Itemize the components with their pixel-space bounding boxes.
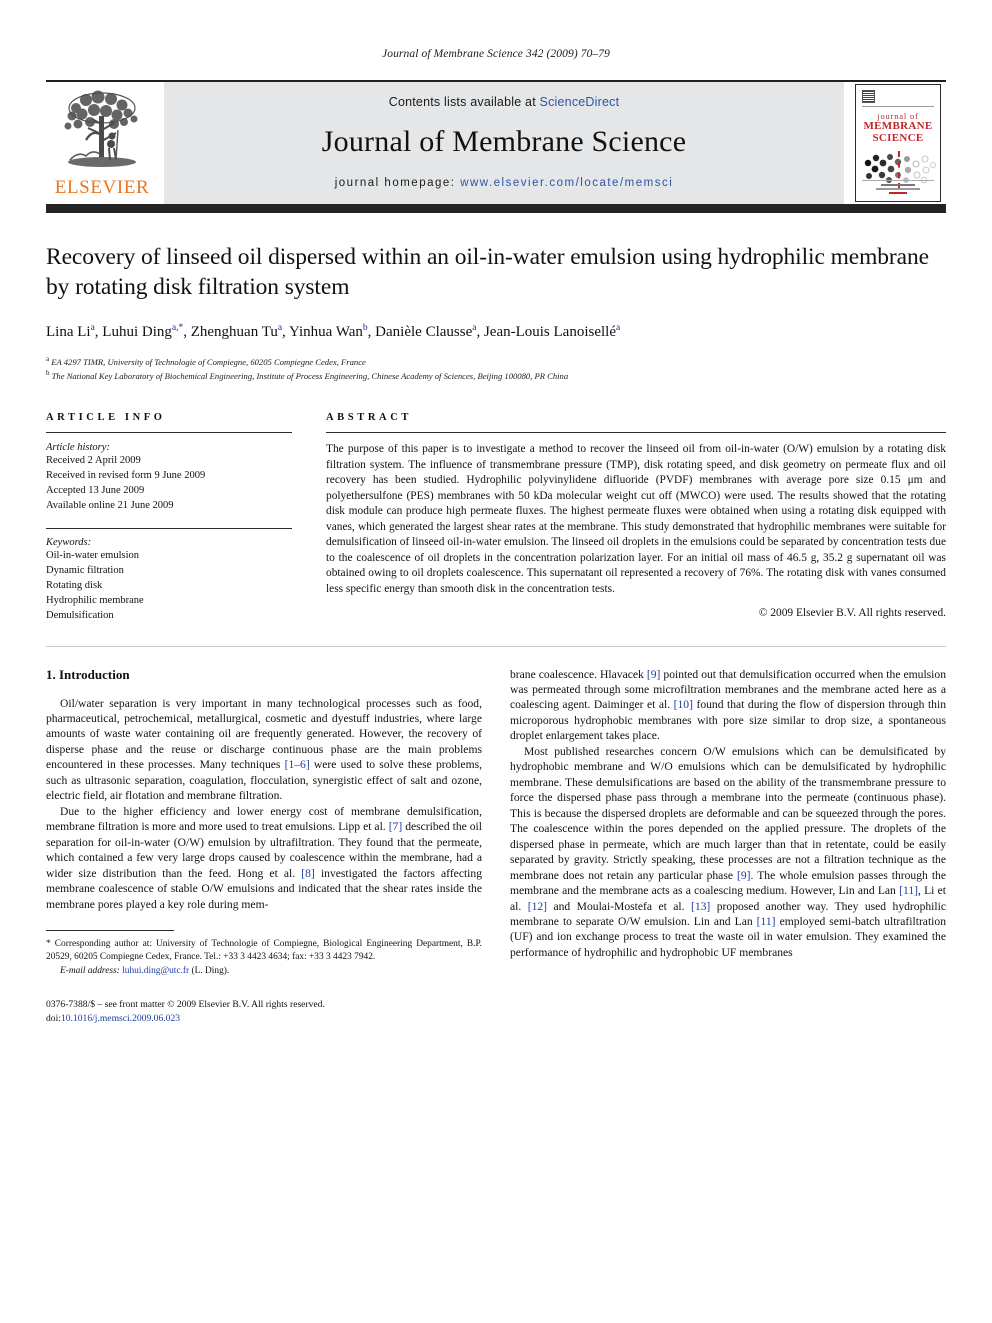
journal-cover-block: journal of MEMBRANE SCIENCE (850, 82, 946, 204)
keywords-block: Keywords: Oil-in-water emulsion Dynamic … (46, 527, 292, 624)
keyword-item: Rotating disk (46, 579, 103, 591)
info-abstract-region: ARTICLE INFO Article history: Received 2… (46, 412, 946, 623)
keywords-rule (46, 527, 292, 529)
masthead-bottom-rule (46, 204, 946, 213)
corresponding-marker: * (46, 939, 51, 950)
article-info-column: ARTICLE INFO Article history: Received 2… (46, 412, 292, 623)
cover-footer-rule (862, 180, 934, 181)
elsevier-logo[interactable]: ELSEVIER (46, 82, 158, 204)
doi-link[interactable]: 10.1016/j.memsci.2009.06.023 (61, 1013, 180, 1024)
journal-homepage-line: journal homepage: www.elsevier.com/locat… (335, 177, 674, 189)
abstract-column: ABSTRACT The purpose of this paper is to… (326, 412, 946, 623)
keyword-item: Oil-in-water emulsion (46, 549, 140, 561)
article-title: Recovery of linseed oil dispersed within… (46, 244, 929, 300)
history-item: Accepted 13 June 2009 (46, 485, 145, 497)
abstract-copyright: © 2009 Elsevier B.V. All rights reserved… (758, 607, 946, 620)
title-block: Recovery of linseed oil dispersed within… (46, 213, 946, 382)
paragraph: Most published researches concern O/W em… (510, 744, 946, 959)
homepage-link[interactable]: www.elsevier.com/locate/memsci (460, 177, 673, 189)
author-list: Lina Lia, Luhui Dinga,*, Zhenghuan Tua, … (46, 323, 621, 341)
abstract-text: The purpose of this paper is to investig… (326, 443, 946, 595)
article-history-label: Article history: (46, 442, 110, 454)
cover-footer (862, 180, 934, 196)
keyword-item: Demulsification (46, 609, 114, 621)
cover-publisher-badge-icon (862, 90, 875, 103)
body-columns: 1. Introduction Oil/water separation is … (46, 667, 946, 1026)
email-note: E-mail address: luhui.ding@utc.fr (L. Di… (46, 965, 482, 978)
contents-available-line: Contents lists available at ScienceDirec… (389, 95, 620, 109)
keyword-item: Dynamic filtration (46, 564, 124, 576)
cover-footer-bar-1 (880, 184, 916, 186)
elsevier-wordmark: ELSEVIER (54, 177, 150, 198)
affiliation-b: b The National Key Laboratory of Biochem… (46, 368, 946, 382)
contents-prefix: Contents lists available at (388, 95, 540, 109)
introduction-heading: 1. Introduction (46, 666, 130, 682)
affiliation-text-b: The National Key Laboratory of Biochemic… (51, 370, 569, 381)
history-item: Available online 21 June 2009 (46, 500, 174, 512)
article-page: Journal of Membrane Science 342 (2009) 7… (0, 0, 992, 1323)
issn-line: 0376-7388/$ – see front matter © 2009 El… (46, 999, 325, 1011)
journal-cover-thumbnail[interactable]: journal of MEMBRANE SCIENCE (855, 84, 941, 202)
footnote-block: * Corresponding author at: University of… (46, 930, 482, 1026)
body-divider-rule (46, 645, 946, 647)
cover-line-2: MEMBRANE (863, 120, 933, 132)
elsevier-tree-icon (64, 90, 138, 167)
journal-masthead: ELSEVIER Contents lists available at Sci… (46, 82, 946, 204)
running-head: Journal of Membrane Science 342 (2009) 7… (382, 48, 610, 60)
paragraph: brane coalescence. Hlavacek [9] pointed … (510, 667, 946, 743)
issn-doi-block: 0376-7388/$ – see front matter © 2009 El… (46, 998, 482, 1026)
affiliation-text-a: EA 4297 TIMR, University of Technologie … (51, 356, 366, 367)
paragraph: Due to the higher efficiency and lower e… (46, 804, 483, 911)
affiliation-a: a EA 4297 TIMR, University of Technologi… (46, 354, 946, 368)
history-item: Received 2 April 2009 (46, 455, 141, 467)
affiliation-mark-b: b (46, 369, 50, 378)
corresponding-text: Corresponding author at: University of T… (46, 939, 482, 963)
paragraph: Oil/water separation is very important i… (46, 696, 482, 803)
article-info-heading: ARTICLE INFO (46, 412, 166, 424)
email-link[interactable]: luhui.ding@utc.fr (122, 966, 189, 976)
cover-line-3: SCIENCE (872, 131, 924, 144)
keyword-item: Hydrophilic membrane (46, 594, 144, 606)
body-left-column: 1. Introduction Oil/water separation is … (46, 667, 482, 1026)
keywords-label: Keywords: (46, 536, 92, 548)
cover-footer-bar-2 (876, 188, 920, 190)
sciencedirect-link[interactable]: ScienceDirect (540, 95, 620, 109)
body-right-column: brane coalescence. Hlavacek [9] pointed … (510, 667, 946, 1026)
abstract-rule (326, 432, 946, 434)
article-info-rule (46, 432, 292, 434)
email-label: E-mail address: (60, 965, 120, 976)
abstract-heading: ABSTRACT (326, 412, 412, 424)
journal-title: Journal of Membrane Science (321, 125, 687, 158)
masthead-center: Contents lists available at ScienceDirec… (164, 82, 844, 204)
footnote-rule (46, 930, 174, 932)
email-suffix: (L. Ding). (191, 965, 230, 976)
history-item: Received in revised form 9 June 2009 (46, 470, 206, 482)
corresponding-author-note: * Corresponding author at: University of… (46, 938, 482, 965)
doi-label: doi: (46, 1013, 61, 1024)
homepage-prefix: journal homepage: (334, 177, 461, 189)
doi-line: doi:10.1016/j.memsci.2009.06.023 (46, 1012, 482, 1026)
cover-divider (862, 106, 934, 107)
affiliation-mark-a: a (46, 354, 50, 363)
cover-footer-bar-3 (888, 192, 908, 194)
